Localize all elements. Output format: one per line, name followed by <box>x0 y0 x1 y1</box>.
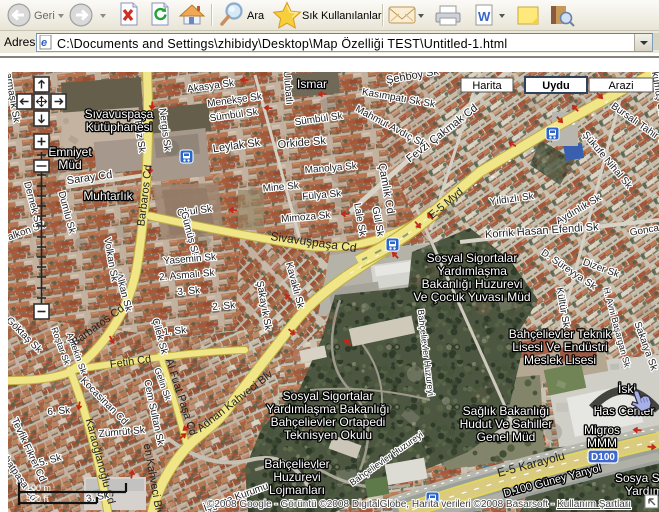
svg-text:Migros: Migros <box>584 423 620 437</box>
svg-text:Bahçelievler: Bahçelievler <box>264 457 329 471</box>
svg-text:Kütüphanesi: Kütüphanesi <box>86 120 153 134</box>
svg-text:Hudut Ve Sahiller: Hudut Ve Sahiller <box>460 417 553 431</box>
svg-text:Harita: Harita <box>472 80 502 92</box>
svg-text:500 ft: 500 ft <box>26 494 49 504</box>
svg-text:1. Sk: 1. Sk <box>163 325 188 338</box>
svg-text:Lojmanları: Lojmanları <box>269 483 325 497</box>
svg-text:6. Sk: 6. Sk <box>47 405 72 418</box>
svg-text:Arazi: Arazi <box>608 80 633 92</box>
svg-text:İski: İski <box>618 382 636 396</box>
svg-text:3. Sk: 3. Sk <box>177 285 202 298</box>
svg-text:Sosyal Sigortalar: Sosyal Sigortalar <box>283 389 374 403</box>
svg-text:Yardımlaşma Bakanlığı: Yardımlaşma Bakanlığı <box>266 402 389 416</box>
svg-text:©2008 Google - Görüntü ©2008 D: ©2008 Google - Görüntü ©2008 DigitalGlob… <box>207 499 631 510</box>
svg-text:Muhtarlık: Muhtarlık <box>83 189 133 203</box>
svg-text:Bahçelievler Ortapedi: Bahçelievler Ortapedi <box>271 415 386 429</box>
svg-text:Uydu: Uydu <box>542 80 570 92</box>
svg-text:Bakanlığı Huzurevi: Bakanlığı Huzurevi <box>422 277 523 291</box>
svg-text:Bahçelievler Teknik: Bahçelievler Teknik <box>509 327 612 341</box>
svg-text:Emniyet: Emniyet <box>48 145 92 159</box>
svg-text:Meslek Lisesi: Meslek Lisesi <box>524 353 596 367</box>
svg-text:Lisesi Ve Endüstri: Lisesi Ve Endüstri <box>512 340 607 354</box>
svg-text:Müd: Müd <box>58 158 81 172</box>
svg-text:Yardımlaşma: Yardımlaşma <box>437 264 507 278</box>
svg-text:Sosya S: Sosya S <box>615 471 659 485</box>
svg-text:MMM: MMM <box>587 436 617 450</box>
svg-text:Sıvavuspaşa: Sıvavuspaşa <box>85 107 154 121</box>
svg-text:Huzurevi: Huzurevi <box>273 470 320 484</box>
svg-text:Sağlık Bakanlığı: Sağlık Bakanlığı <box>463 404 550 418</box>
svg-text:Ismar: Ismar <box>297 77 327 91</box>
svg-text:Teknisyen Okulu: Teknisyen Okulu <box>284 428 372 442</box>
svg-text:100 m: 100 m <box>26 483 51 493</box>
svg-text:Genel Müd: Genel Müd <box>477 430 536 444</box>
svg-text:D100: D100 <box>591 452 615 463</box>
svg-text:2. Sk: 2. Sk <box>212 300 237 313</box>
svg-text:Sosyal Sigortalar: Sosyal Sigortalar <box>427 251 518 265</box>
svg-text:Ve Çocuk Yuvası Müd: Ve Çocuk Yuvası Müd <box>413 290 530 304</box>
